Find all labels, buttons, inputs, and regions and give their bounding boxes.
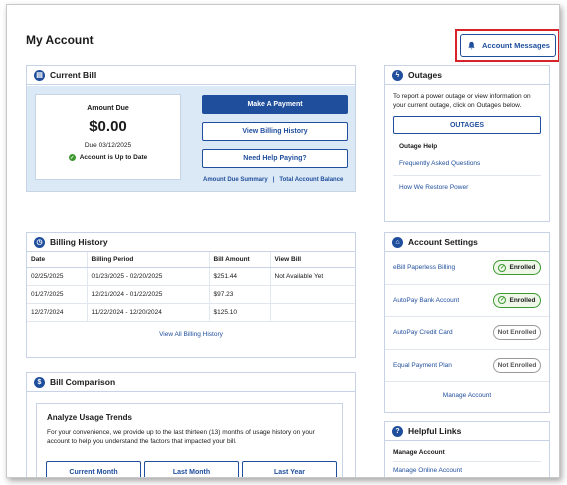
analyze-title: Analyze Usage Trends	[47, 413, 132, 422]
manage-online-account-link[interactable]: Manage Online Account	[385, 462, 549, 474]
question-icon: ?	[392, 425, 403, 437]
outages-button[interactable]: OUTAGES	[393, 116, 541, 134]
account-status: ✓ Account is Up to Date	[36, 154, 180, 161]
column-header: Billing Period	[86, 252, 209, 268]
bell-icon	[468, 41, 475, 50]
bill-comparison-title: Bill Comparison	[50, 377, 116, 387]
view-all-billing-history-link[interactable]: View All Billing History	[27, 331, 355, 338]
tab-current-month[interactable]: Current Month	[46, 461, 141, 477]
table-row: 01/27/2025 12/21/2024 - 01/22/2025 $97.2…	[27, 285, 355, 304]
clock-icon: ◷	[34, 236, 45, 248]
amount-due-label: Amount Due	[87, 105, 129, 112]
page-title: My Account	[26, 33, 94, 47]
account-messages-label: Account Messages	[482, 41, 550, 50]
period-cell: 12/21/2024 - 01/22/2025	[86, 285, 209, 304]
period-cell: 11/22/2024 - 12/20/2024	[86, 303, 209, 322]
account-messages-button[interactable]: Account Messages	[460, 34, 556, 57]
amount-cell: $97.23	[208, 285, 270, 304]
status-badge-label: Enrolled	[509, 296, 536, 304]
helpful-links-header: ? Helpful Links	[385, 422, 549, 441]
link-separator: |	[272, 177, 275, 183]
setting-row-autopay-bank[interactable]: AutoPay Bank Account ✓ Enrolled	[385, 285, 549, 317]
check-icon: ✓	[498, 263, 507, 272]
due-date: Due 03/12/2025	[84, 142, 132, 149]
manage-account-link[interactable]: Manage Account	[385, 392, 549, 399]
check-icon: ✓	[498, 296, 507, 305]
lightning-icon: ϟ	[392, 69, 403, 81]
column-header: View Bill	[269, 252, 355, 268]
helpful-links-card: ? Helpful Links Manage Account Manage On…	[384, 421, 550, 477]
outages-text: To report a power outage or view informa…	[393, 93, 531, 109]
make-payment-button[interactable]: Make A Payment	[202, 95, 348, 114]
helpful-links-title: Helpful Links	[408, 426, 462, 436]
account-settings-title: Account Settings	[408, 237, 478, 247]
billing-history-table: Date Billing Period Bill Amount View Bil…	[27, 252, 355, 322]
tab-last-month[interactable]: Last Month	[144, 461, 239, 477]
amount-cell: $251.44	[208, 267, 270, 286]
date-cell: 02/25/2025	[27, 267, 87, 286]
browser-frame: My Account Account Messages ▤ Current Bi…	[6, 4, 560, 478]
bill-links: Amount Due Summary | Total Account Balan…	[203, 177, 343, 183]
outage-help-title: Outage Help	[399, 143, 438, 150]
current-bill-title: Current Bill	[50, 70, 97, 80]
column-header: Bill Amount	[208, 252, 270, 268]
table-row: 02/25/2025 01/23/2025 - 02/20/2025 $251.…	[27, 267, 355, 286]
status-badge: ✓ Enrolled	[493, 260, 541, 276]
helpful-links-subtitle: Manage Account	[393, 449, 445, 456]
view-bill-cell[interactable]	[269, 303, 355, 322]
current-bill-body: Amount Due $0.00 Due 03/12/2025 ✓ Accoun…	[27, 86, 355, 191]
table-header-row: Date Billing Period Bill Amount View Bil…	[27, 252, 355, 268]
current-bill-header: ▤ Current Bill	[27, 66, 355, 85]
billing-history-card: ◷ Billing History Date Billing Period Bi…	[26, 232, 356, 358]
status-badge-label: Enrolled	[509, 264, 536, 272]
setting-row-ebill[interactable]: eBill Paperless Billing ✓ Enrolled	[385, 252, 549, 285]
amount-cell: $125.10	[208, 303, 270, 322]
view-billing-history-button[interactable]: View Billing History	[202, 122, 348, 141]
status-badge: Not Enrolled	[493, 325, 541, 341]
bill-icon: ▤	[34, 69, 45, 81]
account-settings-header: ⌂ Account Settings	[385, 233, 549, 252]
date-cell: 12/27/2024	[27, 303, 87, 322]
house-icon: ⌂	[392, 236, 403, 248]
analyze-text: For your convenience, we provide up to t…	[47, 429, 315, 445]
status-badge-label: Not Enrolled	[497, 361, 537, 369]
setting-label[interactable]: AutoPay Credit Card	[393, 329, 453, 336]
status-badge-label: Not Enrolled	[497, 329, 537, 337]
view-bill-cell: Not Available Yet	[269, 267, 355, 286]
total-account-balance-link[interactable]: Total Account Balance	[279, 177, 343, 183]
account-status-label: Account is Up to Date	[79, 154, 148, 161]
column-header: Date	[27, 252, 87, 268]
need-help-paying-button[interactable]: Need Help Paying?	[202, 149, 348, 168]
account-settings-card: ⌂ Account Settings eBill Paperless Billi…	[384, 232, 550, 413]
outages-card: ϟ Outages To report a power outage or vi…	[384, 65, 550, 222]
date-cell: 01/27/2025	[27, 285, 87, 304]
setting-label[interactable]: Equal Payment Plan	[393, 362, 452, 369]
dollar-icon: $	[34, 376, 45, 388]
check-circle-icon: ✓	[68, 154, 76, 161]
outages-title: Outages	[408, 70, 443, 80]
status-badge: ✓ Enrolled	[493, 292, 541, 308]
tab-last-year[interactable]: Last Year	[242, 461, 337, 477]
setting-row-autopay-card[interactable]: AutoPay Credit Card Not Enrolled	[385, 317, 549, 350]
amount-due-summary-link[interactable]: Amount Due Summary	[203, 177, 268, 183]
billing-history-header: ◷ Billing History	[27, 233, 355, 252]
outages-header: ϟ Outages	[385, 66, 549, 85]
faq-link[interactable]: Frequently Asked Questions	[385, 150, 549, 167]
period-cell: 01/23/2025 - 02/20/2025	[86, 267, 209, 286]
setting-label[interactable]: AutoPay Bank Account	[393, 297, 459, 304]
view-bill-cell[interactable]	[269, 285, 355, 304]
setting-label[interactable]: eBill Paperless Billing	[393, 264, 455, 271]
how-we-restore-power-link[interactable]: How We Restore Power	[385, 176, 549, 191]
setting-row-equal-payment[interactable]: Equal Payment Plan Not Enrolled	[385, 350, 549, 382]
bill-comparison-card: $ Bill Comparison Analyze Usage Trends F…	[26, 372, 356, 477]
current-bill-card: ▤ Current Bill Amount Due $0.00 Due 03/1…	[26, 65, 356, 192]
amount-due-box: Amount Due $0.00 Due 03/12/2025 ✓ Accoun…	[35, 94, 181, 180]
bill-comparison-header: $ Bill Comparison	[27, 373, 355, 392]
amount-due-value: $0.00	[89, 118, 127, 135]
status-badge: Not Enrolled	[493, 357, 541, 373]
billing-history-title: Billing History	[50, 237, 108, 247]
table-row: 12/27/2024 11/22/2024 - 12/20/2024 $125.…	[27, 303, 355, 322]
